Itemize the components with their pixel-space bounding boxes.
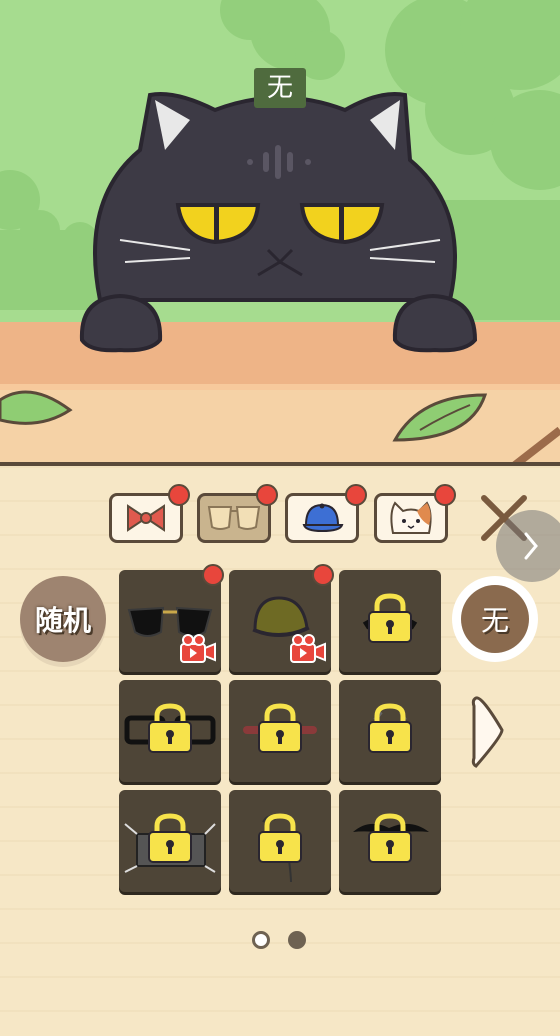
tab-cat-face-badge (434, 484, 456, 506)
video-ad-icon (290, 634, 326, 663)
page-dot-1[interactable] (252, 931, 270, 949)
tab-glasses-badge (256, 484, 278, 506)
lock-icon (362, 593, 418, 643)
cat-name-label: 无 (254, 68, 306, 108)
page-dot-2[interactable] (288, 931, 306, 949)
lock-icon (353, 813, 429, 863)
video-ad-icon (180, 634, 216, 663)
item-mask[interactable] (119, 790, 221, 892)
lock-icon (124, 703, 216, 753)
cat-head-icon: 无 (461, 585, 529, 653)
lock-icon (258, 813, 302, 883)
tab-cap-badge (345, 484, 367, 506)
random-label: 随机 (34, 604, 91, 637)
none-button[interactable]: 无 (452, 576, 538, 662)
chevron-right-icon (524, 532, 538, 560)
side-next-button[interactable] (496, 510, 560, 582)
random-button[interactable]: 随机 (20, 576, 106, 662)
next-page-arrow-icon[interactable] (470, 692, 506, 772)
item-locked-5[interactable] (229, 680, 331, 782)
glasses-icon (207, 506, 261, 530)
item-mustache[interactable] (339, 790, 441, 892)
item-sunglasses[interactable] (119, 570, 221, 672)
item-locked-3[interactable] (339, 570, 441, 672)
item-sunglasses-badge (202, 564, 224, 586)
none-label: 无 (480, 604, 509, 637)
lock-icon (368, 703, 412, 753)
game-scene: 无 (0, 0, 560, 470)
item-black-frame-glasses[interactable] (119, 680, 221, 782)
lock-icon (124, 813, 216, 873)
item-locked-8[interactable] (229, 790, 331, 892)
cat-face-icon (390, 501, 432, 534)
item-olive-hat[interactable] (229, 570, 331, 672)
tab-bow-badge (168, 484, 190, 506)
bow-icon (127, 504, 165, 532)
item-olive-hat-badge (312, 564, 334, 586)
cap-icon (302, 503, 344, 533)
item-locked-6[interactable] (339, 680, 441, 782)
lock-icon (243, 703, 317, 753)
